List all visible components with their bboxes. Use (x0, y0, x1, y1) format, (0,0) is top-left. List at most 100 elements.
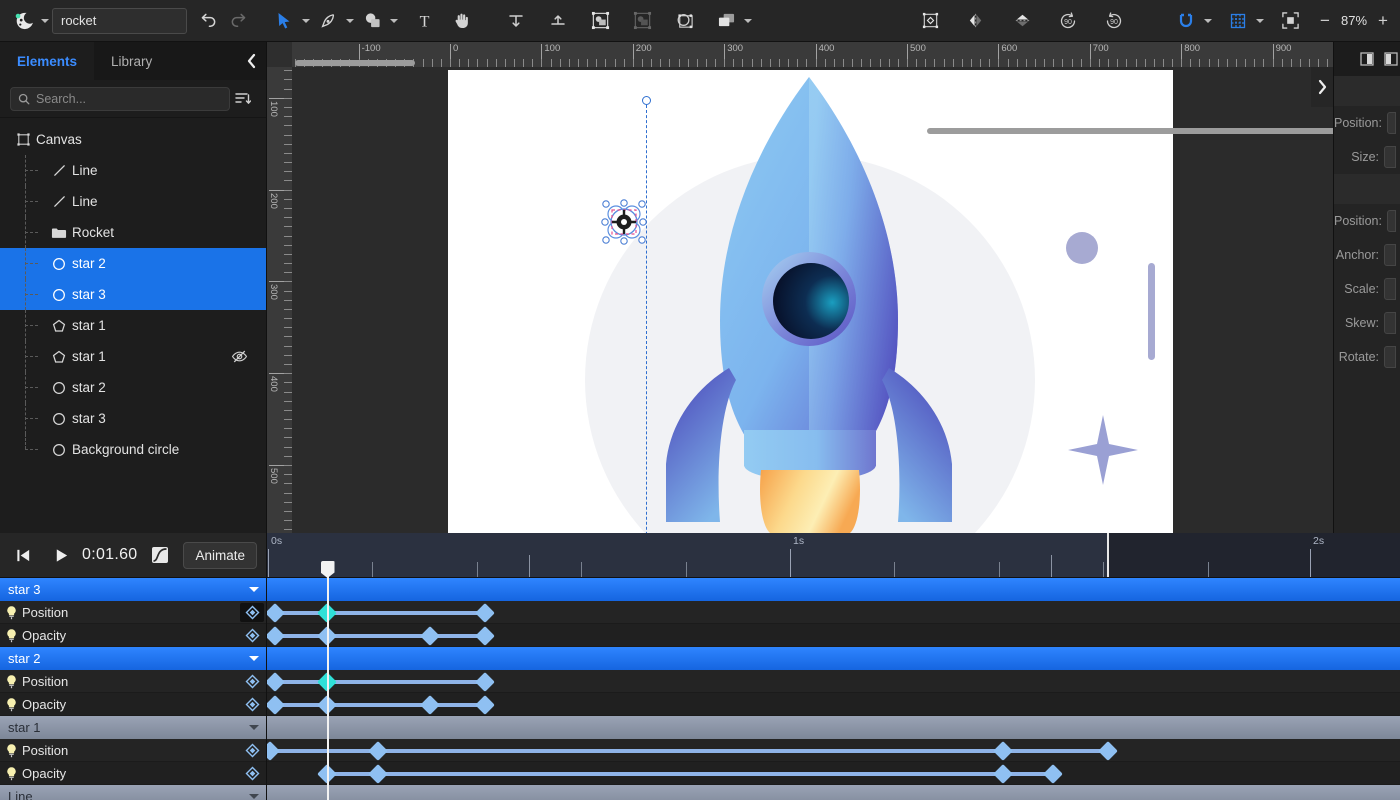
timeline-group-line[interactable]: Line (0, 785, 266, 800)
magnet-icon[interactable] (1171, 6, 1201, 36)
keyframe-diamond[interactable] (993, 763, 1013, 784)
timeline-property-opacity[interactable]: Opacity (0, 693, 266, 716)
cursor-arrow-icon[interactable] (269, 6, 299, 36)
tree-item-star-1[interactable]: star 1 (0, 341, 266, 372)
tree-item-star-2[interactable]: star 2 (0, 372, 266, 403)
timeline-loop-end-marker[interactable] (1107, 533, 1109, 577)
flip-vertical-icon[interactable] (1007, 6, 1037, 36)
play-icon[interactable] (44, 538, 78, 572)
panel-layout-icon[interactable] (1358, 42, 1376, 76)
keyframe-diamond[interactable] (317, 763, 337, 784)
artboard[interactable] (448, 70, 1173, 533)
tree-item-line[interactable]: Line (0, 155, 266, 186)
timeline-property-position[interactable]: Position (0, 601, 266, 624)
lightbulb-icon[interactable] (0, 605, 22, 620)
tree-item-star-3[interactable]: star 3 (0, 403, 266, 434)
search-box[interactable] (10, 86, 230, 111)
search-input[interactable] (36, 91, 222, 106)
keyframe-diamond[interactable] (420, 694, 440, 715)
easing-curve-icon[interactable] (143, 538, 177, 572)
undo-button[interactable] (193, 6, 223, 36)
text-T-icon[interactable]: T (409, 6, 439, 36)
timeline-group-star-1[interactable]: star 1 (0, 716, 266, 739)
diamond-key-icon[interactable] (240, 766, 264, 781)
chevron-down-icon[interactable] (242, 656, 266, 661)
timeline-group-track[interactable] (267, 578, 1400, 601)
keyframe-diamond[interactable] (267, 625, 285, 646)
selection-guide-handle[interactable] (642, 96, 651, 105)
timeline-keyframe-track[interactable] (267, 762, 1400, 785)
keyframe-diamond[interactable] (475, 671, 495, 692)
horizontal-ruler[interactable]: -100 0 100 200 300 400 500 600 700 800 900 (267, 42, 1333, 67)
vertical-ruler[interactable]: 100 200 300 400 500 (267, 42, 292, 533)
timeline-property-position[interactable]: Position (0, 739, 266, 762)
keyframe-diamond[interactable] (993, 740, 1013, 761)
ungroup-icon[interactable] (627, 6, 657, 36)
timeline-property-opacity[interactable]: Opacity (0, 762, 266, 785)
timeline-group-track[interactable] (267, 785, 1400, 800)
timeline-group-track[interactable] (267, 647, 1400, 670)
chevron-down-icon[interactable] (242, 794, 266, 799)
diamond-key-icon[interactable] (240, 743, 264, 758)
keyframe-diamond[interactable] (475, 625, 495, 646)
keyframe-diamond[interactable] (267, 602, 285, 623)
keyframe-diamond[interactable] (1043, 763, 1063, 784)
keyframe-diamond[interactable] (267, 694, 285, 715)
tree-item-star-1[interactable]: star 1 (0, 310, 266, 341)
chevron-left-icon[interactable] (236, 42, 266, 80)
timeline-group-star-3[interactable]: star 3 (0, 578, 266, 601)
tree-item-line[interactable]: Line (0, 186, 266, 217)
app-menu-caret-icon[interactable] (38, 6, 52, 36)
arrange-caret-icon[interactable] (741, 6, 755, 36)
keyframe-diamond[interactable] (475, 694, 495, 715)
timeline-time-display[interactable]: 0:01.60 (82, 546, 137, 564)
chevron-down-icon[interactable] (242, 587, 266, 592)
keyframe-diamond[interactable] (317, 671, 337, 692)
property-input[interactable] (1386, 210, 1396, 232)
keyframe-diamond[interactable] (368, 763, 388, 784)
lightbulb-icon[interactable] (0, 628, 22, 643)
timeline-group-star-2[interactable]: star 2 (0, 647, 266, 670)
keyframe-diamond[interactable] (317, 602, 337, 623)
lightbulb-icon[interactable] (0, 697, 22, 712)
lightbulb-icon[interactable] (0, 674, 22, 689)
shape-tool-caret-icon[interactable] (387, 6, 401, 36)
property-input[interactable] (1384, 244, 1396, 266)
sort-list-icon[interactable] (230, 91, 256, 106)
anchor-box-icon[interactable] (915, 6, 945, 36)
redo-button[interactable] (223, 6, 253, 36)
timeline-group-track[interactable] (267, 716, 1400, 739)
timeline-keyframe-track[interactable] (267, 693, 1400, 716)
canvas-scrollbar-left[interactable] (295, 60, 415, 66)
timeline-keyframe-track[interactable] (267, 601, 1400, 624)
mask-logo-icon[interactable] (8, 6, 38, 36)
tree-item-star-2[interactable]: star 2 (0, 248, 266, 279)
tree-item-background-circle[interactable]: Background circle (0, 434, 266, 465)
grid-caret-icon[interactable] (1253, 6, 1267, 36)
zoom-out-button[interactable]: − (1315, 11, 1335, 31)
keyframe-diamond[interactable] (475, 602, 495, 623)
chevron-down-icon[interactable] (242, 725, 266, 730)
property-input[interactable] (1384, 146, 1396, 168)
grid-icon[interactable] (1223, 6, 1253, 36)
tab-elements[interactable]: Elements (0, 42, 95, 80)
timeline-ruler[interactable]: 0s 1s 2s (267, 533, 1400, 578)
diamond-key-icon[interactable] (240, 697, 264, 712)
diamond-key-icon[interactable] (240, 628, 264, 643)
keyframe-diamond[interactable] (267, 740, 280, 761)
select-tool-caret-icon[interactable] (299, 6, 313, 36)
timeline-keyframe-track[interactable] (267, 739, 1400, 762)
eye-off-icon[interactable] (231, 349, 248, 364)
keyframe-diamond[interactable] (420, 625, 440, 646)
timeline-keyframe-track[interactable] (267, 670, 1400, 693)
tree-item-rocket[interactable]: Rocket (0, 217, 266, 248)
magnet-caret-icon[interactable] (1201, 6, 1215, 36)
diamond-key-icon[interactable] (240, 602, 264, 622)
document-name-input[interactable] (52, 7, 187, 34)
align-top-icon[interactable] (501, 6, 531, 36)
arrange-icon[interactable] (711, 6, 741, 36)
zoom-in-button[interactable]: + (1373, 11, 1393, 31)
property-input[interactable] (1384, 346, 1396, 368)
keyframe-diamond[interactable] (267, 671, 285, 692)
zoom-level-value[interactable]: 87% (1335, 13, 1373, 28)
